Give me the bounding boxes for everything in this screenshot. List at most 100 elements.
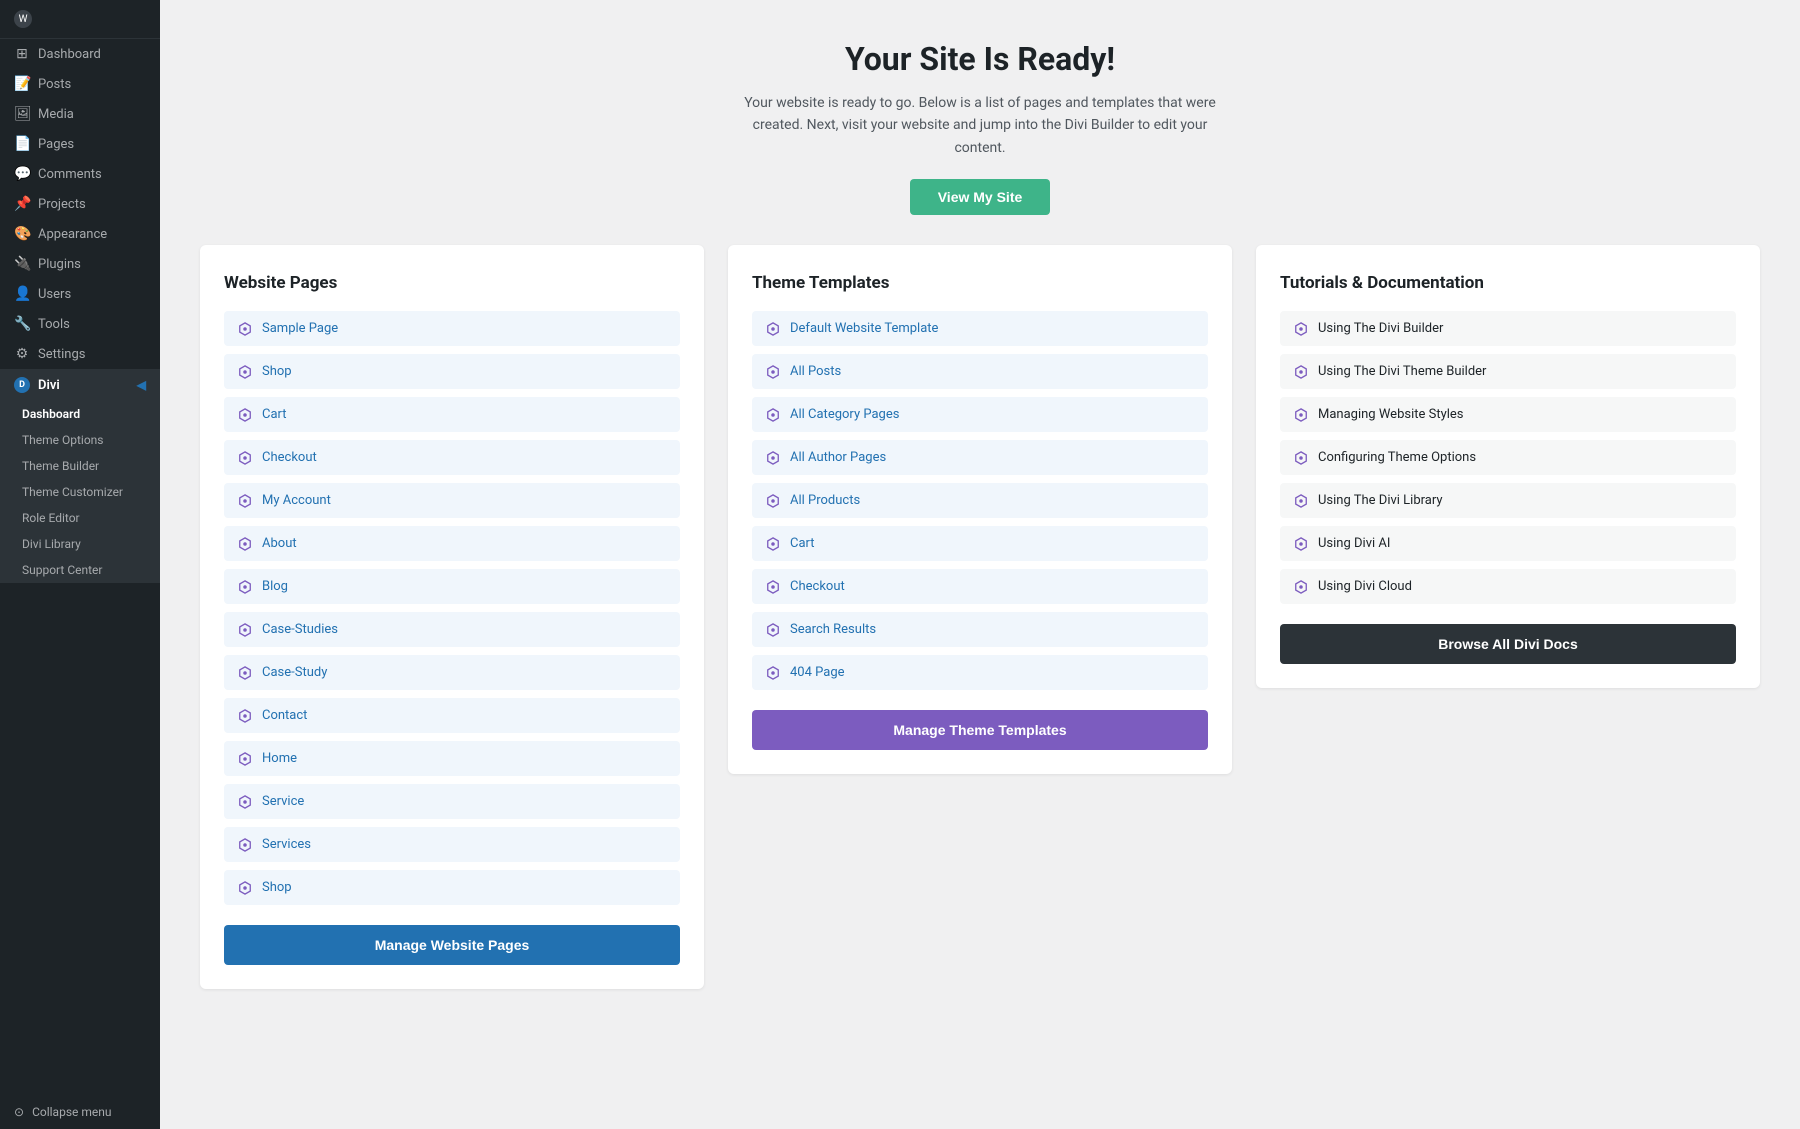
page-icon [238,537,252,551]
theme-template-item[interactable]: Search Results [752,612,1208,647]
website-pages-list: Sample Page Shop Cart Checkout My Accoun… [224,311,680,905]
theme-template-item[interactable]: Default Website Template [752,311,1208,346]
divi-header[interactable]: D Divi ◀ [0,369,160,401]
divi-sub-item-dashboard[interactable]: Dashboard [0,401,160,427]
website-page-item[interactable]: Home [224,741,680,776]
browse-docs-button[interactable]: Browse All Divi Docs [1280,624,1736,664]
website-page-item[interactable]: Case-Studies [224,612,680,647]
divi-icon: D [14,377,30,393]
page-icon [238,365,252,379]
view-site-button[interactable]: View My Site [910,179,1051,215]
collapse-label: Collapse menu [32,1105,111,1119]
template-label: All Products [790,493,860,508]
collapse-icon: ⊙ [14,1105,24,1119]
tutorial-label: Using The Divi Theme Builder [1318,364,1486,379]
page-icon [238,752,252,766]
template-label: 404 Page [790,665,845,680]
website-page-item[interactable]: Contact [224,698,680,733]
sidebar-item-plugins[interactable]: 🔌 Plugins [0,249,160,279]
website-page-item[interactable]: My Account [224,483,680,518]
website-page-item[interactable]: Checkout [224,440,680,475]
website-pages-title: Website Pages [224,273,680,293]
projects-icon: 📌 [14,196,30,212]
theme-template-item[interactable]: 404 Page [752,655,1208,690]
theme-templates-card: Theme Templates Default Website Template… [728,245,1232,774]
sidebar-item-pages[interactable]: 📄 Pages [0,129,160,159]
divi-sub-item-theme-options[interactable]: Theme Options [0,427,160,453]
divi-sub-item-divi-library[interactable]: Divi Library [0,531,160,557]
tutorial-icon [1294,365,1308,379]
theme-template-item[interactable]: All Products [752,483,1208,518]
template-icon [766,408,780,422]
theme-template-item[interactable]: All Author Pages [752,440,1208,475]
divi-label: Divi [38,378,60,393]
theme-template-item[interactable]: All Category Pages [752,397,1208,432]
sidebar-item-settings[interactable]: ⚙ Settings [0,339,160,369]
divi-sub-item-theme-customizer[interactable]: Theme Customizer [0,479,160,505]
sidebar-item-projects[interactable]: 📌 Projects [0,189,160,219]
collapse-menu-button[interactable]: ⊙ Collapse menu [0,1095,160,1129]
theme-templates-title: Theme Templates [752,273,1208,293]
template-label: Checkout [790,579,845,594]
plugins-icon: 🔌 [14,256,30,272]
page-label: Service [262,794,304,809]
website-page-item[interactable]: Case-Study [224,655,680,690]
divi-sub-item-theme-builder[interactable]: Theme Builder [0,453,160,479]
sidebar-item-comments[interactable]: 💬 Comments [0,159,160,189]
page-header: Your Site Is Ready! Your website is read… [200,40,1760,215]
page-label: Home [262,751,297,766]
website-page-item[interactable]: Shop [224,354,680,389]
website-page-item[interactable]: Sample Page [224,311,680,346]
sidebar-item-posts[interactable]: 📝 Posts [0,69,160,99]
page-icon [238,451,252,465]
page-subtitle: Your website is ready to go. Below is a … [740,92,1220,159]
website-page-item[interactable]: Shop [224,870,680,905]
website-page-item[interactable]: Service [224,784,680,819]
tutorial-icon [1294,408,1308,422]
main-content: Your Site Is Ready! Your website is read… [160,0,1800,1129]
sidebar-item-media[interactable]: 🖼 Media [0,99,160,129]
template-label: Default Website Template [790,321,938,336]
tutorial-item[interactable]: Using Divi AI [1280,526,1736,561]
tutorial-item[interactable]: Using The Divi Builder [1280,311,1736,346]
website-page-item[interactable]: Blog [224,569,680,604]
wordpress-icon: W [14,10,32,28]
manage-theme-templates-button[interactable]: Manage Theme Templates [752,710,1208,750]
page-icon [238,408,252,422]
sidebar-label-appearance: Appearance [38,227,107,242]
tutorials-title: Tutorials & Documentation [1280,273,1736,293]
tutorial-item[interactable]: Managing Website Styles [1280,397,1736,432]
divi-sub-item-role-editor[interactable]: Role Editor [0,505,160,531]
posts-icon: 📝 [14,76,30,92]
sidebar-label-plugins: Plugins [38,257,81,272]
tutorial-label: Using The Divi Library [1318,493,1443,508]
theme-template-item[interactable]: All Posts [752,354,1208,389]
theme-template-item[interactable]: Cart [752,526,1208,561]
page-title: Your Site Is Ready! [200,40,1760,78]
appearance-icon: 🎨 [14,226,30,242]
tutorial-item[interactable]: Using Divi Cloud [1280,569,1736,604]
website-page-item[interactable]: Services [224,827,680,862]
tutorial-item[interactable]: Using The Divi Theme Builder [1280,354,1736,389]
sidebar-item-appearance[interactable]: 🎨 Appearance [0,219,160,249]
template-icon [766,666,780,680]
page-icon [238,795,252,809]
sidebar-item-dashboard[interactable]: ⊞ Dashboard [0,39,160,69]
tutorial-item[interactable]: Configuring Theme Options [1280,440,1736,475]
template-label: All Posts [790,364,841,379]
divi-sub-item-support-center[interactable]: Support Center [0,557,160,583]
website-page-item[interactable]: Cart [224,397,680,432]
website-page-item[interactable]: About [224,526,680,561]
sidebar-item-users[interactable]: 👤 Users [0,279,160,309]
page-icon [238,709,252,723]
template-icon [766,322,780,336]
sidebar-label-projects: Projects [38,197,86,212]
theme-templates-list: Default Website Template All Posts All C… [752,311,1208,690]
template-label: Search Results [790,622,876,637]
sidebar-item-tools[interactable]: 🔧 Tools [0,309,160,339]
manage-website-pages-button[interactable]: Manage Website Pages [224,925,680,965]
page-label: My Account [262,493,331,508]
sidebar-label-users: Users [38,287,71,302]
tutorial-item[interactable]: Using The Divi Library [1280,483,1736,518]
theme-template-item[interactable]: Checkout [752,569,1208,604]
